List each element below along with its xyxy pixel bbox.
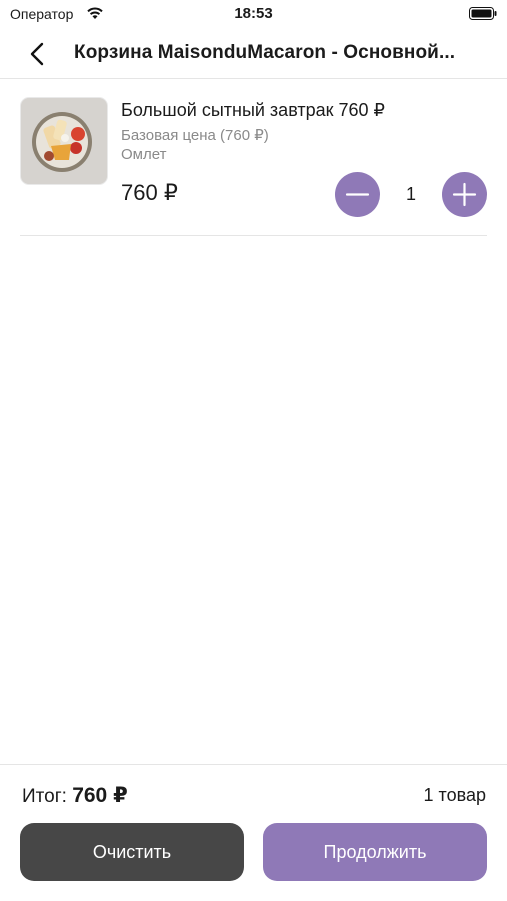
cart-footer: Итог: 760 ₽ 1 товар Очистить Продолжить [0,764,507,901]
breakfast-plate-icon [21,98,107,184]
clock-time: 18:53 [234,5,273,22]
decrease-quantity-button[interactable] [335,172,380,217]
back-chevron-icon[interactable] [24,40,52,68]
status-bar: Оператор 18:53 [0,0,507,30]
minus-icon [345,193,370,196]
navigation-bar: Корзина MaisonduMacaron - Основной... [0,30,507,79]
continue-button[interactable]: Продолжить [263,823,487,881]
plus-icon [452,182,477,207]
total-summary: Итог: 760 ₽ [22,783,128,808]
total-label: Итог: [22,786,67,807]
cart-item: Большой сытный завтрак 760 ₽ Базовая цен… [20,80,487,236]
item-base-price: Базовая цена (760 ₽) [121,127,269,144]
battery-icon [469,7,497,20]
page-title: Корзина MaisonduMacaron - Основной... [74,42,456,63]
total-value: 760 ₽ [72,784,128,807]
quantity-value: 1 [405,184,416,204]
item-modifier: Омлет [121,146,167,163]
increase-quantity-button[interactable] [442,172,487,217]
item-price: 760 ₽ [121,180,178,205]
item-name: Большой сытный завтрак 760 ₽ [121,100,385,120]
items-count: 1 товар [423,785,486,805]
clear-cart-button[interactable]: Очистить [20,823,244,881]
